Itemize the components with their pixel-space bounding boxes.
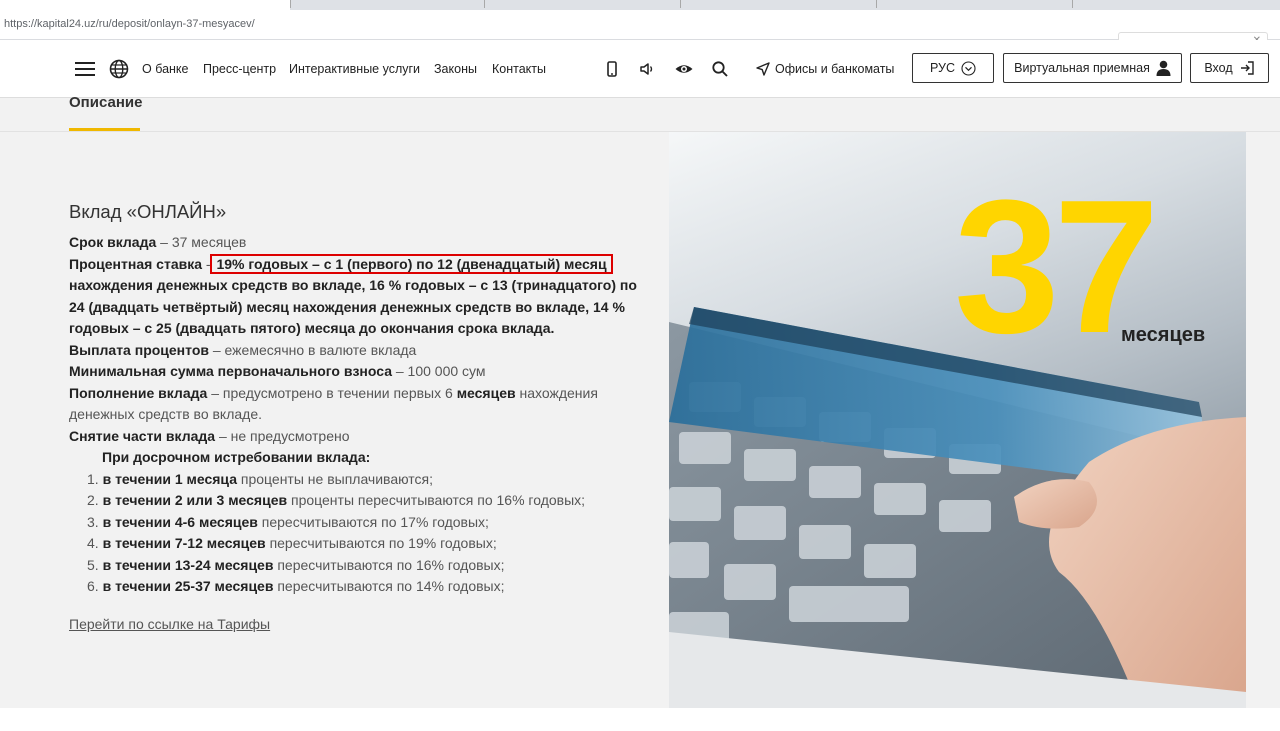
list-item-text: проценты пересчитываются по 16% годовых; bbox=[291, 492, 586, 508]
address-bar[interactable]: https://kapital24.uz/ru/deposit/onlayn-3… bbox=[0, 10, 1280, 50]
tab-description[interactable]: Описание bbox=[69, 94, 142, 111]
list-number: 1. bbox=[87, 470, 99, 487]
list-item-text: пересчитываются по 17% годовых; bbox=[261, 513, 489, 530]
hamburger-icon[interactable] bbox=[75, 62, 95, 76]
term-row: Срок вклада – 37 месяцев bbox=[69, 232, 654, 254]
list-item: 5. в течении 13-24 месяцев пересчитывают… bbox=[87, 555, 654, 577]
tab-separator bbox=[484, 0, 485, 8]
list-item: 4. в течении 7-12 месяцев пересчитываютс… bbox=[87, 533, 654, 555]
browser-tabstrip bbox=[0, 0, 1280, 10]
list-item: 3. в течении 4-6 месяцев пересчитываются… bbox=[87, 512, 654, 534]
user-icon bbox=[1156, 60, 1171, 76]
nav-services[interactable]: Интерактивные услуги bbox=[289, 62, 420, 76]
topup-bold: месяцев bbox=[456, 384, 516, 401]
term-label: Срок вклада bbox=[69, 234, 157, 250]
list-number: 5. bbox=[87, 556, 99, 573]
globe-icon[interactable] bbox=[109, 59, 129, 79]
nav-laws[interactable]: Законы bbox=[434, 62, 477, 76]
list-number: 2. bbox=[87, 492, 99, 508]
tab-separator bbox=[1072, 0, 1073, 8]
list-item-text: пересчитываются по 14% годовых; bbox=[277, 578, 505, 594]
rate-highlight: 19% годовых – с 1 (первого) по 12 (двена… bbox=[210, 253, 613, 274]
tab-separator bbox=[876, 0, 877, 8]
eye-icon[interactable] bbox=[674, 59, 694, 79]
early-withdrawal-heading: При досрочном истребовании вклада: bbox=[102, 449, 371, 465]
min-deposit-label: Минимальная сумма первоначального взноса bbox=[69, 363, 392, 379]
search-icon[interactable] bbox=[710, 59, 730, 79]
login-icon bbox=[1240, 61, 1254, 75]
url-text[interactable]: https://kapital24.uz/ru/deposit/onlayn-3… bbox=[4, 18, 255, 30]
list-item-text: пересчитываются по 19% годовых; bbox=[269, 535, 497, 551]
list-item-period: в течении 4-6 месяцев bbox=[102, 513, 258, 530]
rate-row: Процентная ставка - 19% годовых – с 1 (п… bbox=[69, 253, 654, 340]
chevron-down-icon bbox=[961, 60, 976, 76]
list-number: 6. bbox=[87, 578, 99, 594]
topup-label: Пополнение вклада bbox=[69, 384, 208, 401]
offices-label: Офисы и банкоматы bbox=[775, 62, 895, 76]
list-item-period: в течении 13-24 месяцев bbox=[102, 556, 274, 573]
location-arrow-icon bbox=[756, 62, 770, 76]
list-item-text: проценты не выплачиваются; bbox=[240, 470, 434, 487]
login-label: Вход bbox=[1204, 61, 1233, 75]
tariffs-link[interactable]: Перейти по ссылке на Тарифы bbox=[69, 614, 270, 636]
rate-label: Процентная ставка bbox=[69, 255, 202, 272]
withdraw-value: – не предусмотрено bbox=[218, 427, 350, 444]
list-number: 3. bbox=[87, 513, 99, 530]
deposit-hero-image: 37 месяцев bbox=[669, 132, 1246, 708]
withdraw-row: Снятие части вклада – не предусмотрено bbox=[69, 426, 654, 448]
nav-about[interactable]: О банке bbox=[142, 62, 188, 76]
list-item-period: в течении 7-12 месяцев bbox=[102, 535, 266, 551]
rate-rest: нахождения денежных средств во вкладе, 1… bbox=[69, 277, 637, 336]
list-item-period: в течении 2 или 3 месяцев bbox=[102, 492, 288, 508]
sound-icon[interactable] bbox=[637, 59, 657, 79]
deposit-title: Вклад «ОНЛАЙН» bbox=[69, 201, 227, 222]
payout-label: Выплата процентов bbox=[69, 341, 209, 358]
virtual-reception-label: Виртуальная приемная bbox=[1014, 61, 1150, 75]
login-button[interactable]: Вход bbox=[1190, 53, 1269, 83]
withdraw-label: Снятие части вклада bbox=[69, 427, 216, 444]
tab-separator bbox=[290, 0, 291, 8]
list-item: 1. в течении 1 месяца проценты не выплач… bbox=[87, 469, 654, 491]
mobile-icon[interactable] bbox=[602, 59, 622, 79]
early-withdrawal-list: 1. в течении 1 месяца проценты не выплач… bbox=[69, 469, 654, 598]
deposit-description: Вклад «ОНЛАЙН» Срок вклада – 37 месяцев … bbox=[69, 200, 654, 635]
language-label: РУС bbox=[929, 61, 956, 75]
page-footer-edge bbox=[0, 708, 1280, 731]
min-deposit-value: – 100 000 сум bbox=[395, 363, 486, 379]
language-button[interactable]: РУС bbox=[912, 53, 994, 83]
list-item-period: в течении 1 месяца bbox=[102, 470, 237, 487]
virtual-reception-button[interactable]: Виртуальная приемная bbox=[1003, 53, 1182, 83]
list-item-period: в течении 25-37 месяцев bbox=[102, 578, 274, 594]
offices-link[interactable]: Офисы и банкоматы bbox=[756, 59, 894, 79]
payout-row: Выплата процентов – ежемесячно в валюте … bbox=[69, 340, 654, 362]
payout-value: – ежемесячно в валюте вклада bbox=[212, 341, 417, 358]
list-item: 6. в течении 25-37 месяцев пересчитывают… bbox=[87, 576, 654, 598]
min-deposit-row: Минимальная сумма первоначального взноса… bbox=[69, 361, 654, 383]
hero-term-unit: месяцев bbox=[1121, 324, 1206, 346]
browser-tab-active[interactable] bbox=[0, 0, 290, 10]
list-item-text: пересчитываются по 16% годовых; bbox=[277, 556, 505, 573]
topup-value: – предусмотрено в течении первых 6 bbox=[211, 384, 453, 401]
tab-separator bbox=[680, 0, 681, 8]
nav-press[interactable]: Пресс-центр bbox=[203, 62, 276, 76]
site-header: О банке Пресс-центр Интерактивные услуги… bbox=[0, 40, 1280, 98]
term-value: – 37 месяцев bbox=[160, 234, 247, 250]
list-item: 2. в течении 2 или 3 месяцев проценты пе… bbox=[87, 490, 654, 512]
nav-contacts[interactable]: Контакты bbox=[492, 62, 546, 76]
list-number: 4. bbox=[87, 535, 99, 551]
topup-row: Пополнение вклада – предусмотрено в тече… bbox=[69, 383, 654, 426]
